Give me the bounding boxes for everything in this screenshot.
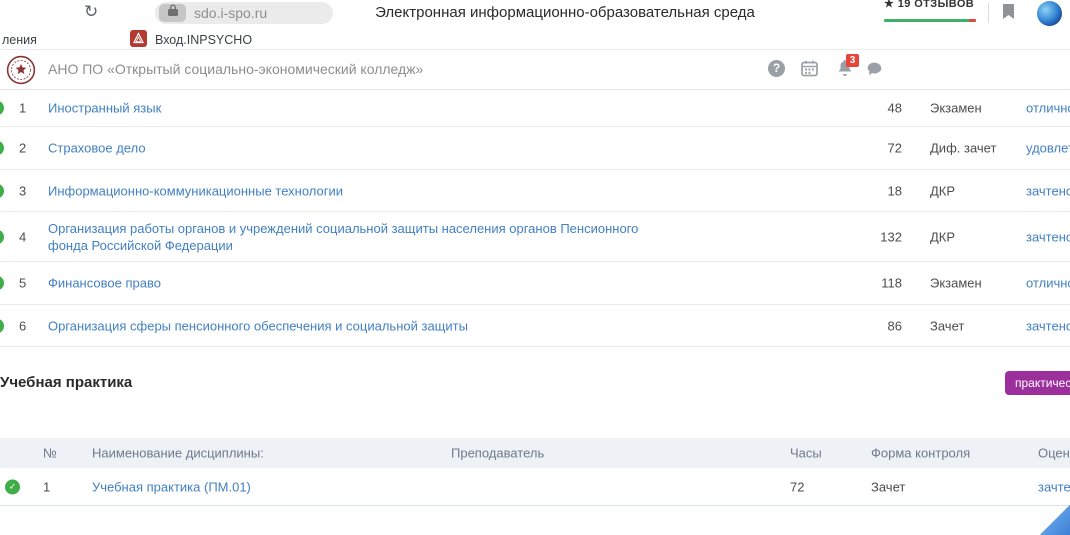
control-form: Диф. зачет [930, 141, 996, 156]
section-title: Учебная практика [0, 374, 132, 391]
browser-toolbar: ↻ sdo.i-spo.ru Электронная информационно… [0, 0, 1070, 27]
grade-link[interactable]: отлично [1026, 101, 1070, 116]
scroll-widget-corner[interactable] [1040, 505, 1070, 535]
discipline-link[interactable]: Учебная практика (ПМ.01) [92, 479, 251, 494]
college-name: АНО ПО «Открытый социально-экономический… [48, 61, 423, 77]
table-row: ✓ 1 Учебная практика (ПМ.01) 72 Зачет за… [0, 468, 1070, 506]
reload-icon[interactable]: ↻ [84, 2, 98, 22]
row-number: 1 [43, 479, 50, 494]
control-form: Зачет [930, 318, 964, 333]
messages-icon[interactable] [866, 62, 883, 82]
row-number: 3 [19, 183, 26, 198]
grade-link[interactable]: зачтено [1026, 318, 1070, 333]
row-number: 1 [19, 101, 26, 116]
row-number: 5 [19, 276, 26, 291]
profile-avatar[interactable] [1037, 1, 1062, 26]
hours-value: 118 [862, 276, 902, 291]
header-discipline: Наименование дисциплины: [92, 446, 264, 461]
control-form: ДКР [930, 183, 955, 198]
discipline-link[interactable]: Информационно-коммуникационные технологи… [48, 182, 648, 199]
reviews-progress-bar [884, 19, 976, 22]
bookmarks-bar: ления Вход.INPSYCHO [0, 27, 1070, 50]
status-check-icon: ✓ [5, 479, 20, 494]
header-control: Форма контроля [871, 446, 970, 461]
control-form: Экзамен [930, 101, 982, 116]
header-grade: Оценка [1038, 446, 1070, 461]
discipline-link[interactable]: Организация сферы пенсионного обеспечени… [48, 317, 648, 334]
calendar-icon[interactable] [801, 60, 818, 82]
discipline-link[interactable]: Страховое дело [48, 140, 648, 157]
discipline-link[interactable]: Иностранный язык [48, 100, 648, 117]
reviews-button[interactable]: ★ 19 отзывов [884, 0, 974, 10]
hours-value: 18 [862, 183, 902, 198]
browser-window: ↻ sdo.i-spo.ru Электронная информационно… [0, 0, 1070, 535]
bookmark-item-partial[interactable]: ления [2, 33, 37, 47]
hours-value: 132 [862, 229, 902, 244]
row-number: 4 [19, 229, 26, 244]
table-row: ✓ 1 Иностранный язык 48 Экзамен отлично [0, 90, 1070, 127]
hours-value: 48 [862, 101, 902, 116]
row-number: 2 [19, 141, 26, 156]
grade-link[interactable]: зачтено [1038, 479, 1070, 494]
row-number: 6 [19, 318, 26, 333]
page-title: Электронная информационно-образовательна… [230, 4, 900, 21]
status-check-icon: ✓ [0, 141, 4, 156]
site-header: АНО ПО «Открытый социально-экономический… [0, 50, 1070, 90]
control-form: Экзамен [930, 276, 982, 291]
grade-link[interactable]: зачтено [1026, 229, 1070, 244]
grade-link[interactable]: зачтено [1026, 183, 1070, 198]
college-logo[interactable] [6, 55, 36, 90]
status-check-icon: ✓ [0, 183, 4, 198]
grade-link[interactable]: удовлетворительно [1026, 141, 1070, 156]
status-check-icon: ✓ [0, 229, 4, 244]
practice-type-badge: практическое [1005, 371, 1070, 395]
lock-icon[interactable] [159, 4, 186, 22]
header-teacher: Преподаватель [451, 446, 544, 461]
bookmark-icon[interactable] [1002, 3, 1015, 25]
notifications-count-badge: 3 [846, 54, 859, 67]
table-row: ✓ 4 Организация работы органов и учрежде… [0, 212, 1070, 262]
hours-value: 72 [790, 479, 804, 494]
status-check-icon: ✓ [0, 318, 4, 333]
header-hours: Часы [790, 446, 822, 461]
discipline-link[interactable]: Организация работы органов и учреждений … [48, 220, 648, 254]
status-check-icon: ✓ [0, 101, 4, 116]
hours-value: 72 [862, 141, 902, 156]
bookmark-favicon-icon [130, 30, 147, 52]
control-form: Зачет [871, 479, 905, 494]
toolbar-separator [988, 3, 989, 23]
practice-table-header: № Наименование дисциплины: Преподаватель… [0, 438, 1070, 468]
grade-link[interactable]: отлично [1026, 276, 1070, 291]
bookmark-item-inpsycho[interactable]: Вход.INPSYCHO [155, 33, 252, 47]
table-row: ✓ 2 Страховое дело 72 Диф. зачет удовлет… [0, 127, 1070, 170]
hours-value: 86 [862, 318, 902, 333]
table-row: ✓ 3 Информационно-коммуникационные техно… [0, 170, 1070, 212]
table-row: ✓ 5 Финансовое право 118 Экзамен отлично [0, 262, 1070, 305]
discipline-link[interactable]: Финансовое право [48, 275, 648, 292]
header-number: № [43, 446, 57, 461]
status-check-icon: ✓ [0, 276, 4, 291]
help-icon[interactable]: ? [768, 60, 785, 77]
control-form: ДКР [930, 229, 955, 244]
table-row: ✓ 6 Организация сферы пенсионного обеспе… [0, 305, 1070, 347]
